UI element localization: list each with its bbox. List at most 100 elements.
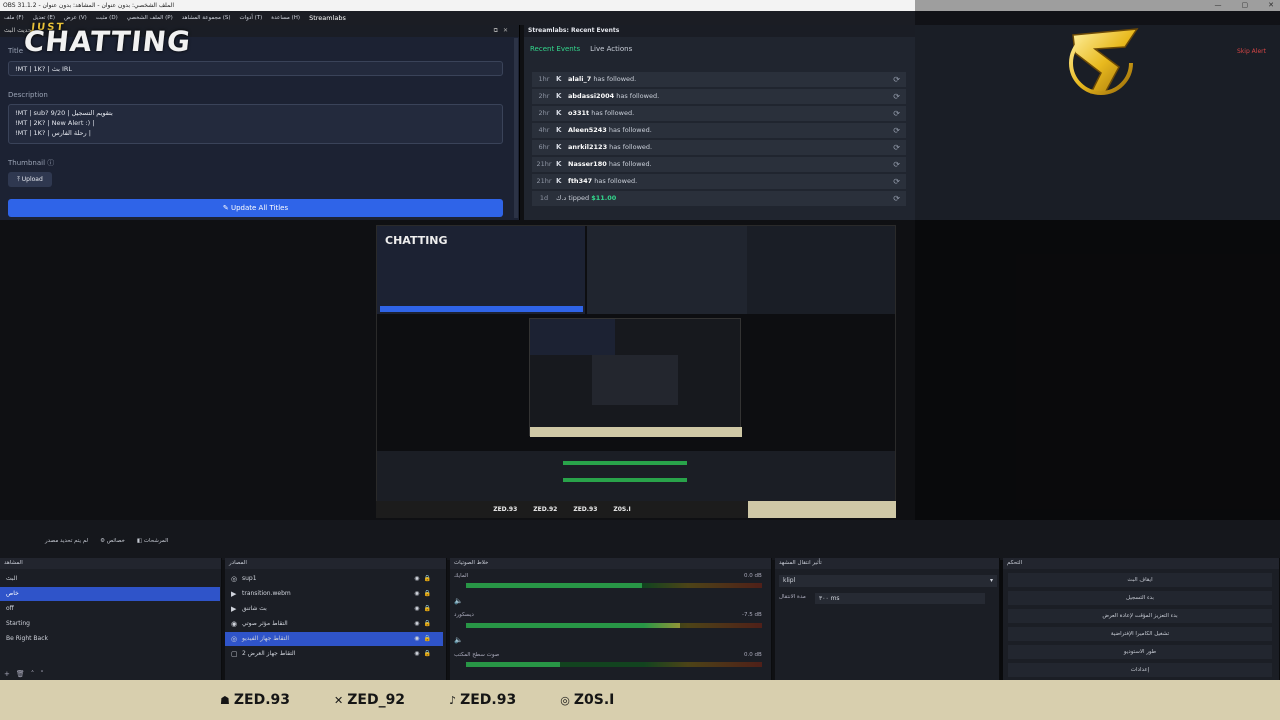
menu-item-scene-collection[interactable]: مجموعة المشاهد (S) — [182, 15, 231, 21]
kick-icon: K — [556, 177, 562, 185]
source-name: sup1 — [242, 575, 257, 582]
up-icon[interactable]: ˄ — [31, 670, 41, 678]
source-item[interactable]: ▶ transition.webm ◉🔒 — [225, 587, 443, 601]
tab-live-actions[interactable]: Live Actions — [590, 45, 632, 53]
replay-icon[interactable]: ⟳ — [893, 106, 900, 121]
menu-item-view[interactable]: عرض (V) — [64, 15, 87, 21]
description-textarea[interactable]: !MT | sub? 9/20 | بتقويم التسجيل !MT | 2… — [8, 104, 503, 144]
lock-icon[interactable]: 🔒 — [424, 605, 435, 612]
title-input[interactable]: !MT | 1K? | بث IRL — [8, 61, 503, 76]
trash-icon[interactable]: 🗑 — [16, 670, 31, 678]
info-icon[interactable]: ⓘ — [47, 159, 54, 167]
speaker-icon[interactable]: 🔈 — [454, 636, 463, 644]
float-dock-icon[interactable]: ⧉ — [494, 27, 503, 34]
footer-social: ◎ Z0S.I — [560, 692, 614, 708]
control-button[interactable]: تشغيل الكاميرا الإفتراضية — [1008, 627, 1272, 641]
eye-icon[interactable]: ◉ — [414, 590, 423, 597]
properties-label: خصائص — [106, 538, 125, 544]
menu-item-edit[interactable]: تعديل (E) — [33, 15, 55, 21]
speaker-icon[interactable]: 🔈 — [454, 597, 463, 605]
source-item[interactable]: ◎ التقاط جهاز الفيديو ◉🔒 — [225, 632, 443, 646]
program-preview[interactable]: CHATTING — [376, 225, 896, 517]
source-type-icon: ◎ — [231, 635, 238, 643]
duration-input[interactable]: ٣٠٠ ms — [815, 593, 985, 604]
update-all-label: Update All Titles — [230, 204, 289, 212]
lock-icon[interactable]: 🔒 — [424, 575, 435, 582]
preview-social-label: ZED.93 — [493, 506, 518, 513]
nested-meter — [563, 461, 687, 465]
footer-social-label: ZED_92 — [347, 692, 406, 708]
lock-icon[interactable]: 🔒 — [424, 650, 435, 657]
dock-title: Streamlabs: Recent Events — [528, 27, 620, 34]
skip-alert-button[interactable]: Skip Alert — [1237, 48, 1266, 55]
lock-icon[interactable]: 🔒 — [424, 590, 435, 597]
scene-item[interactable]: البث — [0, 572, 220, 586]
footer-social: ♪ ZED.93 — [449, 692, 516, 708]
scenes-toolbar: +🗑˄˅ — [4, 670, 50, 678]
properties-button[interactable]: ⚙ خصائص — [100, 538, 125, 544]
eye-icon[interactable]: ◉ — [414, 605, 423, 612]
panel-title: خلاط الصوتيات — [454, 560, 489, 566]
control-button[interactable]: بدء التسجيل — [1008, 591, 1272, 605]
lock-icon[interactable]: 🔒 — [424, 635, 435, 642]
update-all-titles-button[interactable]: ✎ Update All Titles — [8, 199, 503, 217]
event-row: 4hr K Aleen5243 has followed. ⟳ — [532, 123, 906, 138]
scene-item[interactable]: خاص — [0, 587, 220, 601]
menu-item-docks[interactable]: مثبت (D) — [96, 15, 118, 21]
add-icon[interactable]: + — [4, 670, 16, 678]
lock-icon[interactable]: 🔒 — [424, 620, 435, 627]
kick-icon: K — [556, 143, 562, 151]
event-user: د.ك — [556, 194, 567, 202]
menu-item-file[interactable]: ملف (F) — [4, 15, 24, 21]
upload-button[interactable]: ⤒ Upload — [8, 172, 52, 187]
preview-social-label: ZED.93 — [573, 506, 598, 513]
replay-icon[interactable]: ⟳ — [893, 89, 900, 104]
event-text: fth347 has followed. — [568, 174, 637, 189]
eye-icon[interactable]: ◉ — [414, 575, 423, 582]
control-button[interactable]: طور الاستوديو — [1008, 645, 1272, 659]
menu-item-tools[interactable]: أدوات (T) — [240, 15, 263, 21]
event-action: tipped — [568, 194, 590, 202]
replay-icon[interactable]: ⟳ — [893, 123, 900, 138]
eye-icon[interactable]: ◉ — [414, 620, 423, 627]
sources-panel: المصادر ◎ sup1 ◉🔒 ▶ transition.webm ◉🔒 ▶ ب… — [225, 558, 447, 680]
source-type-icon: ▶ — [231, 605, 237, 613]
source-type-icon: ◎ — [231, 575, 238, 583]
control-button[interactable]: بدء التعزيز المؤقت لإعادة العرض — [1008, 609, 1272, 623]
source-item[interactable]: ◉ التقاط مؤثر صوتي ◉🔒 — [225, 617, 443, 631]
scene-item[interactable]: off — [0, 602, 220, 616]
control-button[interactable]: ايقاف البث — [1008, 573, 1272, 587]
event-user: anrkil2123 — [568, 143, 608, 151]
tiktok-icon: ♪ — [449, 694, 457, 707]
panel-title: التحكم — [1007, 560, 1023, 566]
transition-select[interactable]: klipl ▾ — [779, 575, 997, 587]
source-type-icon: ▢ — [231, 650, 238, 658]
tab-recent-events[interactable]: Recent Events — [530, 45, 580, 53]
filters-button[interactable]: ◧ المرشحات — [137, 538, 168, 544]
replay-icon[interactable]: ⟳ — [893, 191, 900, 206]
vertical-scrollbar[interactable] — [514, 38, 518, 218]
event-user: Aleen5243 — [568, 126, 607, 134]
nested-inner-preview — [592, 355, 678, 405]
control-button[interactable]: إعدادات — [1008, 663, 1272, 677]
menu-item-help[interactable]: مساعدة (H) — [271, 15, 300, 21]
replay-icon[interactable]: ⟳ — [893, 174, 900, 189]
thumbnail-label: Thumbnail ⓘ — [8, 158, 54, 168]
scene-item[interactable]: Starting — [0, 617, 220, 631]
menu-item-profile[interactable]: الملف الشخصي (P) — [127, 15, 173, 21]
down-icon[interactable]: ˅ — [40, 670, 50, 678]
eye-icon[interactable]: ◉ — [414, 650, 423, 657]
replay-icon[interactable]: ⟳ — [893, 140, 900, 155]
source-item[interactable]: ◎ sup1 ◉🔒 — [225, 572, 443, 586]
replay-icon[interactable]: ⟳ — [893, 72, 900, 87]
menu-item-streamlabs[interactable]: Streamlabs — [309, 14, 346, 22]
scene-item[interactable]: Be Right Back — [0, 632, 220, 646]
close-dock-icon[interactable]: ✕ — [503, 27, 513, 34]
source-item[interactable]: ▢ التقاط جهاز العرض 2 ◉🔒 — [225, 647, 443, 661]
footer-social: ✕ ZED_92 — [334, 692, 405, 708]
eye-icon[interactable]: ◉ — [414, 635, 423, 642]
source-item[interactable]: ▶ بث شاتنق ◉🔒 — [225, 602, 443, 616]
event-text: د.ك tipped $11.00 — [556, 191, 616, 206]
replay-icon[interactable]: ⟳ — [893, 157, 900, 172]
source-name: التقاط جهاز الفيديو — [242, 635, 289, 642]
